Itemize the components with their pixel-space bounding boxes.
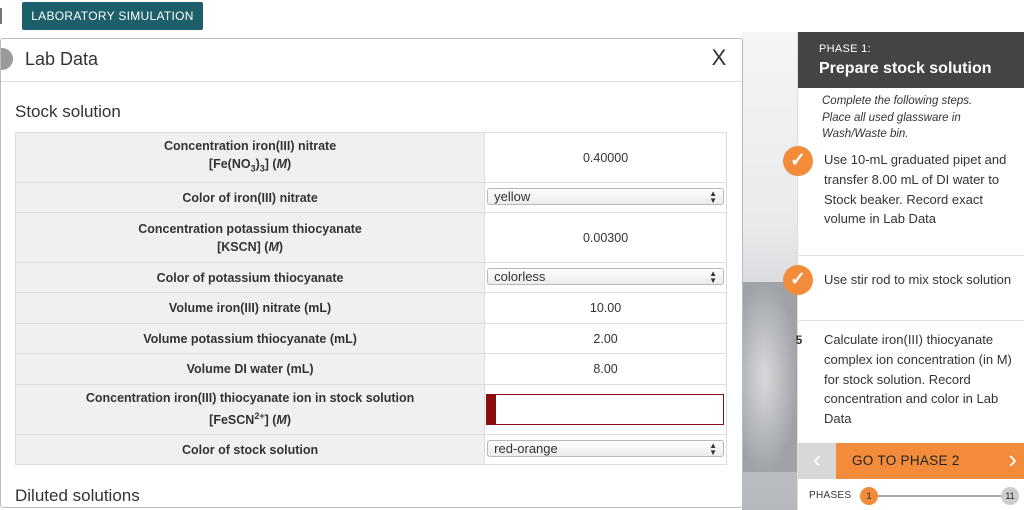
check-icon: ✓ [783,265,813,295]
color-thiocyanate-select-cell: colorless ▲ ▼ [484,262,727,293]
lab-data-modal: Lab Data X Stock solution Concentration … [0,38,743,508]
table-row: Volume DI water (mL) 8.00 [14,353,727,385]
formula-kscn: [KSCN] (M) [217,239,284,254]
color-stock-select[interactable]: red-orange ▲ ▼ [487,440,724,457]
conc-fescn-input-cell [484,384,727,435]
row-label: Concentration potassium thiocyanate [KSC… [14,212,486,263]
phase-instructions: Complete the following steps. Place all … [822,95,973,140]
label-line: Concentration potassium thiocyanate [138,221,362,236]
row-label: Volume DI water (mL) [14,353,486,385]
phase-progress: PHASES 1 11 [798,479,1024,510]
row-label: Color of stock solution [14,434,486,465]
select-value: colorless [494,269,546,284]
step-text: Use stir rod to mix stock solution [824,272,1012,287]
color-thiocyanate-select[interactable]: colorless ▲ ▼ [487,268,724,285]
select-value: red-orange [494,441,558,456]
table-row: Concentration iron(III) thiocyanate ion … [14,384,727,435]
volume-di-water-value: 8.00 [484,353,727,385]
go-button-label: GO TO PHASE 2 [852,453,960,468]
phase-11-dot[interactable]: 11 [1001,487,1019,505]
close-button[interactable]: X [705,45,733,71]
conc-fescn-input[interactable] [486,394,724,425]
step-number: 5 [795,333,803,347]
volume-iron-nitrate-value: 10.00 [484,292,727,324]
formula-fe-no3-3: [Fe(NO3)3] (M) [208,157,292,174]
color-stock-select-cell: red-orange ▲ ▼ [484,434,727,465]
select-value: yellow [494,189,531,204]
step-text: Use 10-mL graduated pipet and transfer 8… [824,152,1007,227]
table-row: Concentration iron(III) nitrate [Fe(NO3)… [14,132,727,183]
modal-header: Lab Data X [1,39,742,82]
phases-label: PHASES [809,490,852,501]
formula-fescn: [FeSCN2+] (M) [209,411,291,428]
conc-thiocyanate-value: 0.00300 [484,212,727,263]
previous-phase-button[interactable]: ‹ [798,443,836,479]
left-edge-marker [0,8,2,24]
phase-track [869,495,1011,497]
color-iron-nitrate-select[interactable]: yellow ▲ ▼ [487,188,724,205]
chevron-right-icon: › [1008,444,1017,474]
phase-name: Prepare stock solution [819,60,992,77]
row-label: Color of iron(III) nitrate [14,182,486,213]
row-label: Concentration iron(III) nitrate [Fe(NO3)… [14,132,486,183]
row-label: Concentration iron(III) thiocyanate ion … [14,384,486,435]
row-label: Volume potassium thiocyanate (mL) [14,323,486,354]
step-item-current: 5 Calculate iron(III) thiocyanate comple… [796,320,1024,436]
table-row: Color of potassium thiocyanate colorless… [14,262,727,293]
table-row: Volume iron(III) nitrate (mL) 10.00 [14,292,727,324]
modal-title: Lab Data [25,49,99,69]
diluted-solutions-heading: Diluted solutions [15,486,140,505]
step-text: Calculate iron(III) thiocyanate complex … [824,332,1012,427]
top-bar: LABORATORY SIMULATION [0,0,1024,34]
table-row: Volume potassium thiocyanate (mL) 2.00 [14,323,727,354]
label-line: Concentration iron(III) nitrate [163,139,337,154]
row-label: Volume iron(III) nitrate (mL) [14,292,486,324]
table-row: Color of stock solution red-orange ▲ ▼ [14,434,727,465]
conc-iron-nitrate-value: 0.40000 [484,132,727,183]
error-marker [487,395,497,424]
phase-1-dot[interactable]: 1 [860,487,878,505]
select-arrows-icon: ▲ ▼ [709,189,717,205]
step-item: ✓ Use stir rod to mix stock solution [783,255,1024,321]
laboratory-simulation-button[interactable]: LABORATORY SIMULATION [22,2,203,30]
modal-handle-icon [1,48,13,70]
check-icon: ✓ [783,146,813,176]
phase-label: PHASE 1: [819,43,871,55]
step-item: ✓ Use 10-mL graduated pipet and transfer… [783,144,1024,256]
go-to-phase-2-button[interactable]: GO TO PHASE 2 › [836,443,1024,479]
chevron-left-icon: ‹ [813,446,821,473]
phase-header: PHASE 1: Prepare stock solution [798,32,1024,88]
lab-bench [742,282,798,472]
color-iron-nitrate-select-cell: yellow ▲ ▼ [484,182,727,213]
label-line: Concentration iron(III) thiocyanate ion … [85,391,415,406]
stock-solution-table: Concentration iron(III) nitrate [Fe(NO3)… [14,132,727,465]
phase-navigation: ‹ GO TO PHASE 2 › [798,443,1024,479]
row-label: Color of potassium thiocyanate [14,262,486,293]
table-row: Concentration potassium thiocyanate [KSC… [14,212,727,263]
table-row: Color of iron(III) nitrate yellow ▲ ▼ [14,182,727,213]
stock-solution-heading: Stock solution [15,102,121,121]
select-arrows-icon: ▲ ▼ [709,441,717,457]
select-arrows-icon: ▲ ▼ [709,269,717,285]
volume-thiocyanate-value: 2.00 [484,323,727,354]
phase-panel: PHASE 1: Prepare stock solution Complete… [783,32,1024,510]
